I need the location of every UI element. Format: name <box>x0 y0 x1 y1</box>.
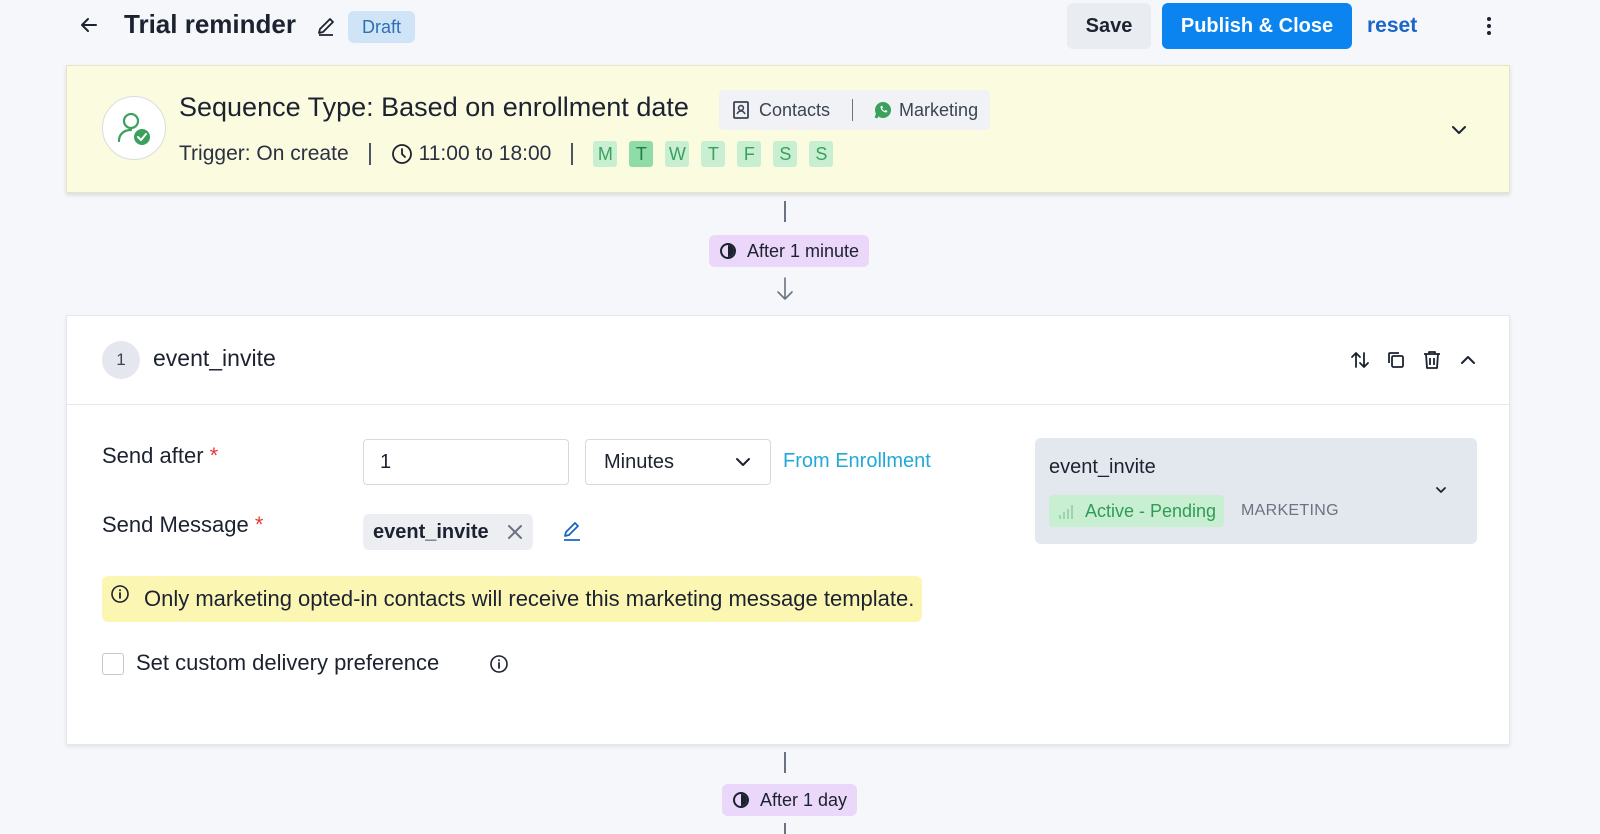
send-message-text: Send Message <box>102 512 249 537</box>
whatsapp-icon <box>874 102 892 119</box>
template-preview-card[interactable]: event_invite Active - Pending MARKETING <box>1035 438 1477 544</box>
chevron-down-icon[interactable] <box>1433 482 1449 498</box>
marketing-label: Marketing <box>899 99 979 120</box>
edit-message-pencil-icon[interactable] <box>561 520 583 542</box>
delay-pill-second[interactable]: After 1 day <box>722 784 858 816</box>
reset-link[interactable]: reset <box>1367 14 1417 38</box>
message-template-chip[interactable]: event_invite <box>363 514 533 550</box>
connector-line <box>784 752 786 773</box>
marketing-warning-banner: Only marketing opted-in contacts will re… <box>102 576 923 622</box>
contact-avatar <box>102 96 166 160</box>
time-unit-select[interactable]: Minutes <box>585 439 771 485</box>
time-window: 11:00 to 18:00 <box>418 142 552 165</box>
step-number: 1 <box>102 341 140 379</box>
template-name: event_invite <box>1049 456 1156 478</box>
chevron-up-icon[interactable] <box>1457 349 1479 371</box>
edit-title-pencil-icon[interactable] <box>315 15 337 37</box>
step-header: 1 event_invite <box>67 316 1509 405</box>
step-actions <box>1349 349 1479 371</box>
contacts-label: Contacts <box>759 99 831 120</box>
weekday-chip: T <box>701 141 726 167</box>
connector-line <box>784 201 786 222</box>
weekday-chip: W <box>665 141 690 167</box>
delay-label: After 1 day <box>760 789 848 810</box>
chip-divider <box>852 99 854 121</box>
weekday-chip: S <box>809 141 834 167</box>
step-card: 1 event_invite Send after * Minutes Fro <box>66 315 1510 745</box>
warning-text: Only marketing opted-in contacts will re… <box>144 586 915 611</box>
info-icon <box>111 585 129 603</box>
time-unit-value: Minutes <box>604 450 675 473</box>
publish-close-button[interactable]: Publish & Close <box>1162 3 1352 49</box>
connector-line <box>784 823 786 834</box>
send-message-label: Send Message * <box>102 512 263 538</box>
clock-icon <box>391 144 412 164</box>
timer-icon <box>720 243 736 259</box>
trash-icon[interactable] <box>1421 349 1443 371</box>
close-icon[interactable] <box>507 524 523 540</box>
message-chip-label: event_invite <box>373 520 489 543</box>
template-category: MARKETING <box>1241 502 1339 519</box>
save-button[interactable]: Save <box>1067 3 1151 49</box>
step-name: event_invite <box>153 345 276 371</box>
reorder-icon[interactable] <box>1349 349 1371 371</box>
signal-bars-icon <box>1059 505 1073 519</box>
top-bar: Trial reminder Draft Save Publish & Clos… <box>0 0 1600 52</box>
weekday-list: MTWTFSS <box>593 141 845 167</box>
delay-label: After 1 minute <box>747 240 860 261</box>
required-asterisk: * <box>209 443 219 468</box>
sequence-summary-card: Sequence Type: Based on enrollment date … <box>66 65 1510 193</box>
timer-icon <box>733 792 749 808</box>
weekday-chip: T <box>629 141 654 167</box>
divider <box>571 143 574 165</box>
from-enrollment-label: From Enrollment <box>783 450 931 472</box>
weekday-chip: M <box>593 141 618 167</box>
send-after-input[interactable] <box>363 439 569 485</box>
custom-delivery-label: Set custom delivery preference <box>136 650 440 675</box>
chevron-down-icon[interactable] <box>1449 120 1469 140</box>
sequence-source-channel: Contacts Marketing <box>719 90 991 130</box>
contacts-icon <box>733 101 749 119</box>
send-after-text: Send after <box>102 443 204 468</box>
send-after-label: Send after * <box>102 443 218 469</box>
more-options-icon[interactable] <box>1480 14 1498 38</box>
custom-delivery-checkbox[interactable] <box>102 653 124 675</box>
divider <box>368 143 371 165</box>
trigger-label: Trigger: On create <box>179 142 349 165</box>
back-arrow-icon[interactable] <box>78 14 100 36</box>
duplicate-icon[interactable] <box>1385 349 1407 371</box>
trigger-row: Trigger: On create 11:00 to 18:00 MTWTFS… <box>179 138 845 170</box>
sequence-type-title: Sequence Type: Based on enrollment date <box>179 92 689 122</box>
user-check-icon <box>117 112 150 145</box>
chevron-down-icon <box>736 458 750 466</box>
template-status: Active - Pending <box>1085 500 1217 521</box>
arrow-down-icon <box>777 277 793 300</box>
status-badge: Draft <box>348 11 416 43</box>
weekday-chip: S <box>773 141 798 167</box>
weekday-chip: F <box>737 141 762 167</box>
template-status-badge: Active - Pending <box>1049 495 1225 527</box>
info-icon[interactable] <box>489 654 509 674</box>
delay-pill-first[interactable]: After 1 minute <box>709 235 870 267</box>
page-title: Trial reminder <box>124 9 296 39</box>
required-asterisk: * <box>254 512 264 537</box>
